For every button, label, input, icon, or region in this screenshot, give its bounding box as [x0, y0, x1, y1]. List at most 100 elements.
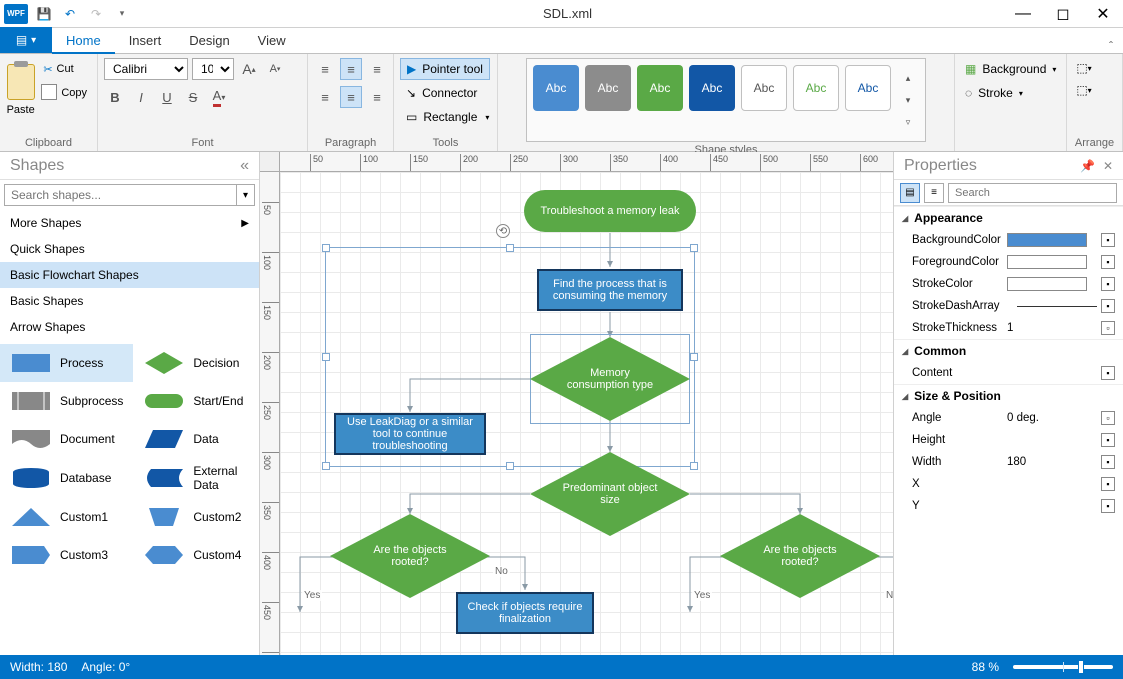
- stencil-c2[interactable]: Custom2: [133, 498, 259, 536]
- minimize-icon[interactable]: —: [1003, 0, 1043, 28]
- redo-icon[interactable]: ↷: [86, 4, 106, 24]
- align-bottom-icon[interactable]: ≡: [366, 58, 388, 80]
- tab-view[interactable]: View: [244, 27, 300, 53]
- pointer-tool-button[interactable]: ▶Pointer tool: [400, 58, 490, 80]
- paste-button[interactable]: Paste: [6, 58, 35, 122]
- stencil-c4[interactable]: Custom4: [133, 536, 259, 574]
- prop-angle[interactable]: Angle0 deg.▫: [894, 407, 1123, 429]
- bgcolor-swatch[interactable]: [1007, 233, 1087, 247]
- prop-content[interactable]: Content▪: [894, 362, 1123, 384]
- rectangle-tool-button[interactable]: ▭Rectangle▾: [400, 106, 495, 128]
- stencil-subprocess[interactable]: Subprocess: [0, 382, 133, 420]
- props-alpha-icon[interactable]: ≡: [924, 183, 944, 203]
- send-back-icon[interactable]: ⬚▾: [1073, 80, 1095, 100]
- grow-font-icon[interactable]: A▴: [238, 58, 260, 80]
- stencil-data[interactable]: Data: [133, 420, 259, 458]
- prop-strokecolor[interactable]: StrokeColor▪: [894, 273, 1123, 295]
- style-swatch-outline-green[interactable]: Abc: [793, 65, 839, 111]
- ribbon-collapse-icon[interactable]: ˆ: [1099, 39, 1123, 53]
- strike-icon[interactable]: S: [182, 86, 204, 108]
- style-swatch-outline-blue[interactable]: Abc: [845, 65, 891, 111]
- font-size-combo[interactable]: 10: [192, 58, 234, 80]
- qat-dropdown-icon[interactable]: ▾: [112, 4, 132, 24]
- shapes-search-input[interactable]: [4, 184, 237, 206]
- collapse-shapes-icon[interactable]: «: [240, 157, 249, 175]
- properties-search-input[interactable]: [948, 183, 1117, 203]
- node-memory-type[interactable]: Memory consumption type: [530, 337, 690, 421]
- stencil-c3[interactable]: Custom3: [0, 536, 133, 574]
- align-middle-icon[interactable]: ≡: [340, 58, 362, 80]
- stencil-database[interactable]: Database: [0, 458, 133, 498]
- prop-x[interactable]: X▪: [894, 473, 1123, 495]
- tab-insert[interactable]: Insert: [115, 27, 176, 53]
- font-color-icon[interactable]: A▾: [208, 86, 230, 108]
- prop-backgroundcolor[interactable]: BackgroundColor▪: [894, 229, 1123, 251]
- strokedash-more-icon[interactable]: ▪: [1101, 299, 1115, 313]
- bold-icon[interactable]: B: [104, 86, 126, 108]
- stencil-c1[interactable]: Custom1: [0, 498, 133, 536]
- close-panel-icon[interactable]: ✕: [1103, 159, 1113, 173]
- gallery-more-icon[interactable]: ▿: [897, 111, 919, 133]
- angle-more-icon[interactable]: ▫: [1101, 411, 1115, 425]
- style-swatch-blue[interactable]: Abc: [533, 65, 579, 111]
- node-object-size[interactable]: Predominant object size: [530, 452, 690, 536]
- node-finalization[interactable]: Check if objects require finalization: [456, 592, 594, 634]
- strokethick-more-icon[interactable]: ▫: [1101, 321, 1115, 335]
- fgcolor-more-icon[interactable]: ▪: [1101, 255, 1115, 269]
- arrow-shapes-item[interactable]: Arrow Shapes: [0, 314, 259, 340]
- file-tab[interactable]: ▤▾: [0, 27, 52, 53]
- prop-height[interactable]: Height▪: [894, 429, 1123, 451]
- maximize-icon[interactable]: ◻: [1043, 0, 1083, 28]
- x-more-icon[interactable]: ▪: [1101, 477, 1115, 491]
- style-swatch-gray[interactable]: Abc: [585, 65, 631, 111]
- stencil-terminator[interactable]: Start/End: [133, 382, 259, 420]
- zoom-slider[interactable]: [1013, 665, 1113, 669]
- bring-front-icon[interactable]: ⬚▾: [1073, 58, 1095, 78]
- bgcolor-more-icon[interactable]: ▪: [1101, 233, 1115, 247]
- section-appearance[interactable]: Appearance: [894, 206, 1123, 229]
- copy-button[interactable]: Copy: [39, 82, 91, 104]
- undo-icon[interactable]: ↶: [60, 4, 80, 24]
- prop-strokedash[interactable]: StrokeDashArray▪: [894, 295, 1123, 317]
- underline-icon[interactable]: U: [156, 86, 178, 108]
- content-more-icon[interactable]: ▪: [1101, 366, 1115, 380]
- connector-tool-button[interactable]: ↘Connector: [400, 82, 483, 104]
- zoom-thumb[interactable]: [1078, 660, 1084, 674]
- cut-button[interactable]: Cut: [39, 58, 91, 80]
- fgcolor-swatch[interactable]: [1007, 255, 1087, 269]
- background-button[interactable]: ▦Background▾: [961, 58, 1060, 80]
- prop-strokethickness[interactable]: StrokeThickness1▫: [894, 317, 1123, 339]
- stencil-document[interactable]: Document: [0, 420, 133, 458]
- tab-design[interactable]: Design: [175, 27, 243, 53]
- shape-styles-gallery[interactable]: Abc Abc Abc Abc Abc Abc Abc ▴ ▾ ▿: [526, 58, 926, 142]
- font-family-combo[interactable]: Calibri: [104, 58, 188, 80]
- section-sizepos[interactable]: Size & Position: [894, 384, 1123, 407]
- prop-width[interactable]: Width180▪: [894, 451, 1123, 473]
- quick-shapes-item[interactable]: Quick Shapes: [0, 236, 259, 262]
- pin-icon[interactable]: 📌: [1080, 159, 1095, 173]
- save-icon[interactable]: 💾: [34, 4, 54, 24]
- width-more-icon[interactable]: ▪: [1101, 455, 1115, 469]
- stencil-extdata[interactable]: External Data: [133, 458, 259, 498]
- node-rooted-right[interactable]: Are the objects rooted?: [720, 514, 880, 598]
- basic-flowchart-item[interactable]: Basic Flowchart Shapes: [0, 262, 259, 288]
- height-more-icon[interactable]: ▪: [1101, 433, 1115, 447]
- shapes-search-dropdown-icon[interactable]: ▾: [237, 184, 255, 206]
- gallery-up-icon[interactable]: ▴: [897, 67, 919, 89]
- align-left-icon[interactable]: ≡: [314, 86, 336, 108]
- canvas-scroll[interactable]: Troubleshoot a memory leak Find the proc…: [280, 172, 893, 655]
- style-swatch-outline-gray[interactable]: Abc: [741, 65, 787, 111]
- tab-home[interactable]: Home: [52, 28, 115, 54]
- close-icon[interactable]: ✕: [1083, 0, 1123, 28]
- prop-foregroundcolor[interactable]: ForegroundColor▪: [894, 251, 1123, 273]
- more-shapes-item[interactable]: More Shapes▶: [0, 210, 259, 236]
- canvas[interactable]: Troubleshoot a memory leak Find the proc…: [280, 172, 893, 655]
- align-top-icon[interactable]: ≡: [314, 58, 336, 80]
- style-swatch-darkblue[interactable]: Abc: [689, 65, 735, 111]
- y-more-icon[interactable]: ▪: [1101, 499, 1115, 513]
- align-right-icon[interactable]: ≡: [366, 86, 388, 108]
- gallery-down-icon[interactable]: ▾: [897, 89, 919, 111]
- rotate-handle-icon[interactable]: ⟲: [496, 224, 510, 238]
- style-swatch-green[interactable]: Abc: [637, 65, 683, 111]
- italic-icon[interactable]: I: [130, 86, 152, 108]
